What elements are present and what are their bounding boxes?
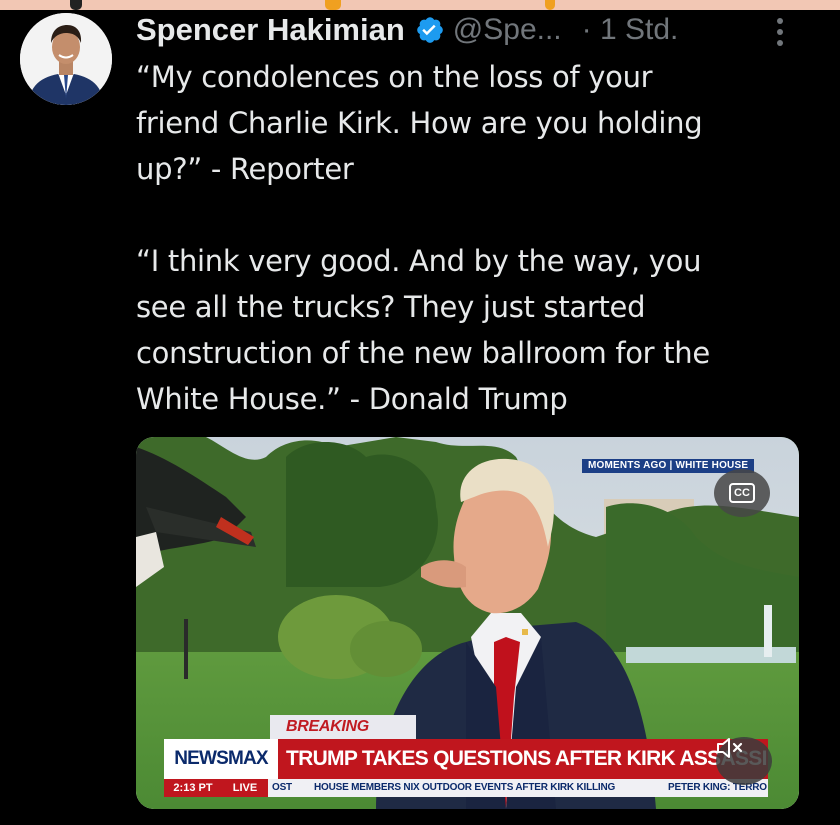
more-vertical-icon[interactable]	[768, 14, 792, 50]
tweet-line: see all the trucks? They just started	[136, 290, 646, 324]
broadcast-clock: 2:13 PT	[164, 779, 222, 797]
tweet-line: White House.” - Donald Trump	[136, 382, 568, 416]
chyron-headline: TRUMP TAKES QUESTIONS AFTER KIRK ASSASSI…	[278, 739, 768, 779]
tweet-line: friend Charlie Kirk. How are you holding	[136, 106, 703, 140]
closed-captions-icon[interactable]: CC	[714, 469, 770, 517]
post-time[interactable]: · 1 Std.	[582, 13, 679, 47]
live-badge: LIVE	[222, 779, 268, 797]
cc-label: CC	[729, 483, 755, 503]
newsmax-logo: NEWSMAX	[164, 739, 278, 779]
tweet-line: construction of the new ballroom for the	[136, 336, 710, 370]
ticker-item: OST	[272, 782, 292, 793]
tweet-line: up?” - Reporter	[136, 152, 354, 186]
ticker-item: HOUSE MEMBERS NIX OUTDOOR EVENTS AFTER K…	[314, 782, 616, 793]
tweet-line: “I think very good. And by the way, you	[136, 244, 702, 278]
author-avatar[interactable]	[20, 13, 112, 105]
author-name[interactable]: Spencer Hakimian	[136, 12, 405, 48]
author-handle[interactable]: @Spe...	[453, 13, 562, 47]
verified-badge-icon[interactable]	[415, 15, 445, 45]
avatar-image	[20, 13, 112, 105]
strip-mark	[325, 0, 341, 10]
strip-mark	[70, 0, 82, 10]
top-strip	[0, 0, 840, 10]
tweet-body: “My condolences on the loss of your frie…	[136, 54, 826, 422]
news-ticker: OST HOUSE MEMBERS NIX OUTDOOR EVENTS AFTE…	[268, 779, 768, 797]
video-player[interactable]: MOMENTS AGO | WHITE HOUSE CC BREAKING NE…	[136, 437, 799, 809]
breaking-news-label: BREAKING NEWS	[270, 715, 416, 759]
tweet-line: “My condolences on the loss of your	[136, 60, 653, 94]
volume-muted-icon[interactable]	[716, 737, 772, 785]
strip-mark	[545, 0, 555, 10]
tweet-header: Spencer Hakimian @Spe... · 1 Std.	[136, 12, 796, 48]
